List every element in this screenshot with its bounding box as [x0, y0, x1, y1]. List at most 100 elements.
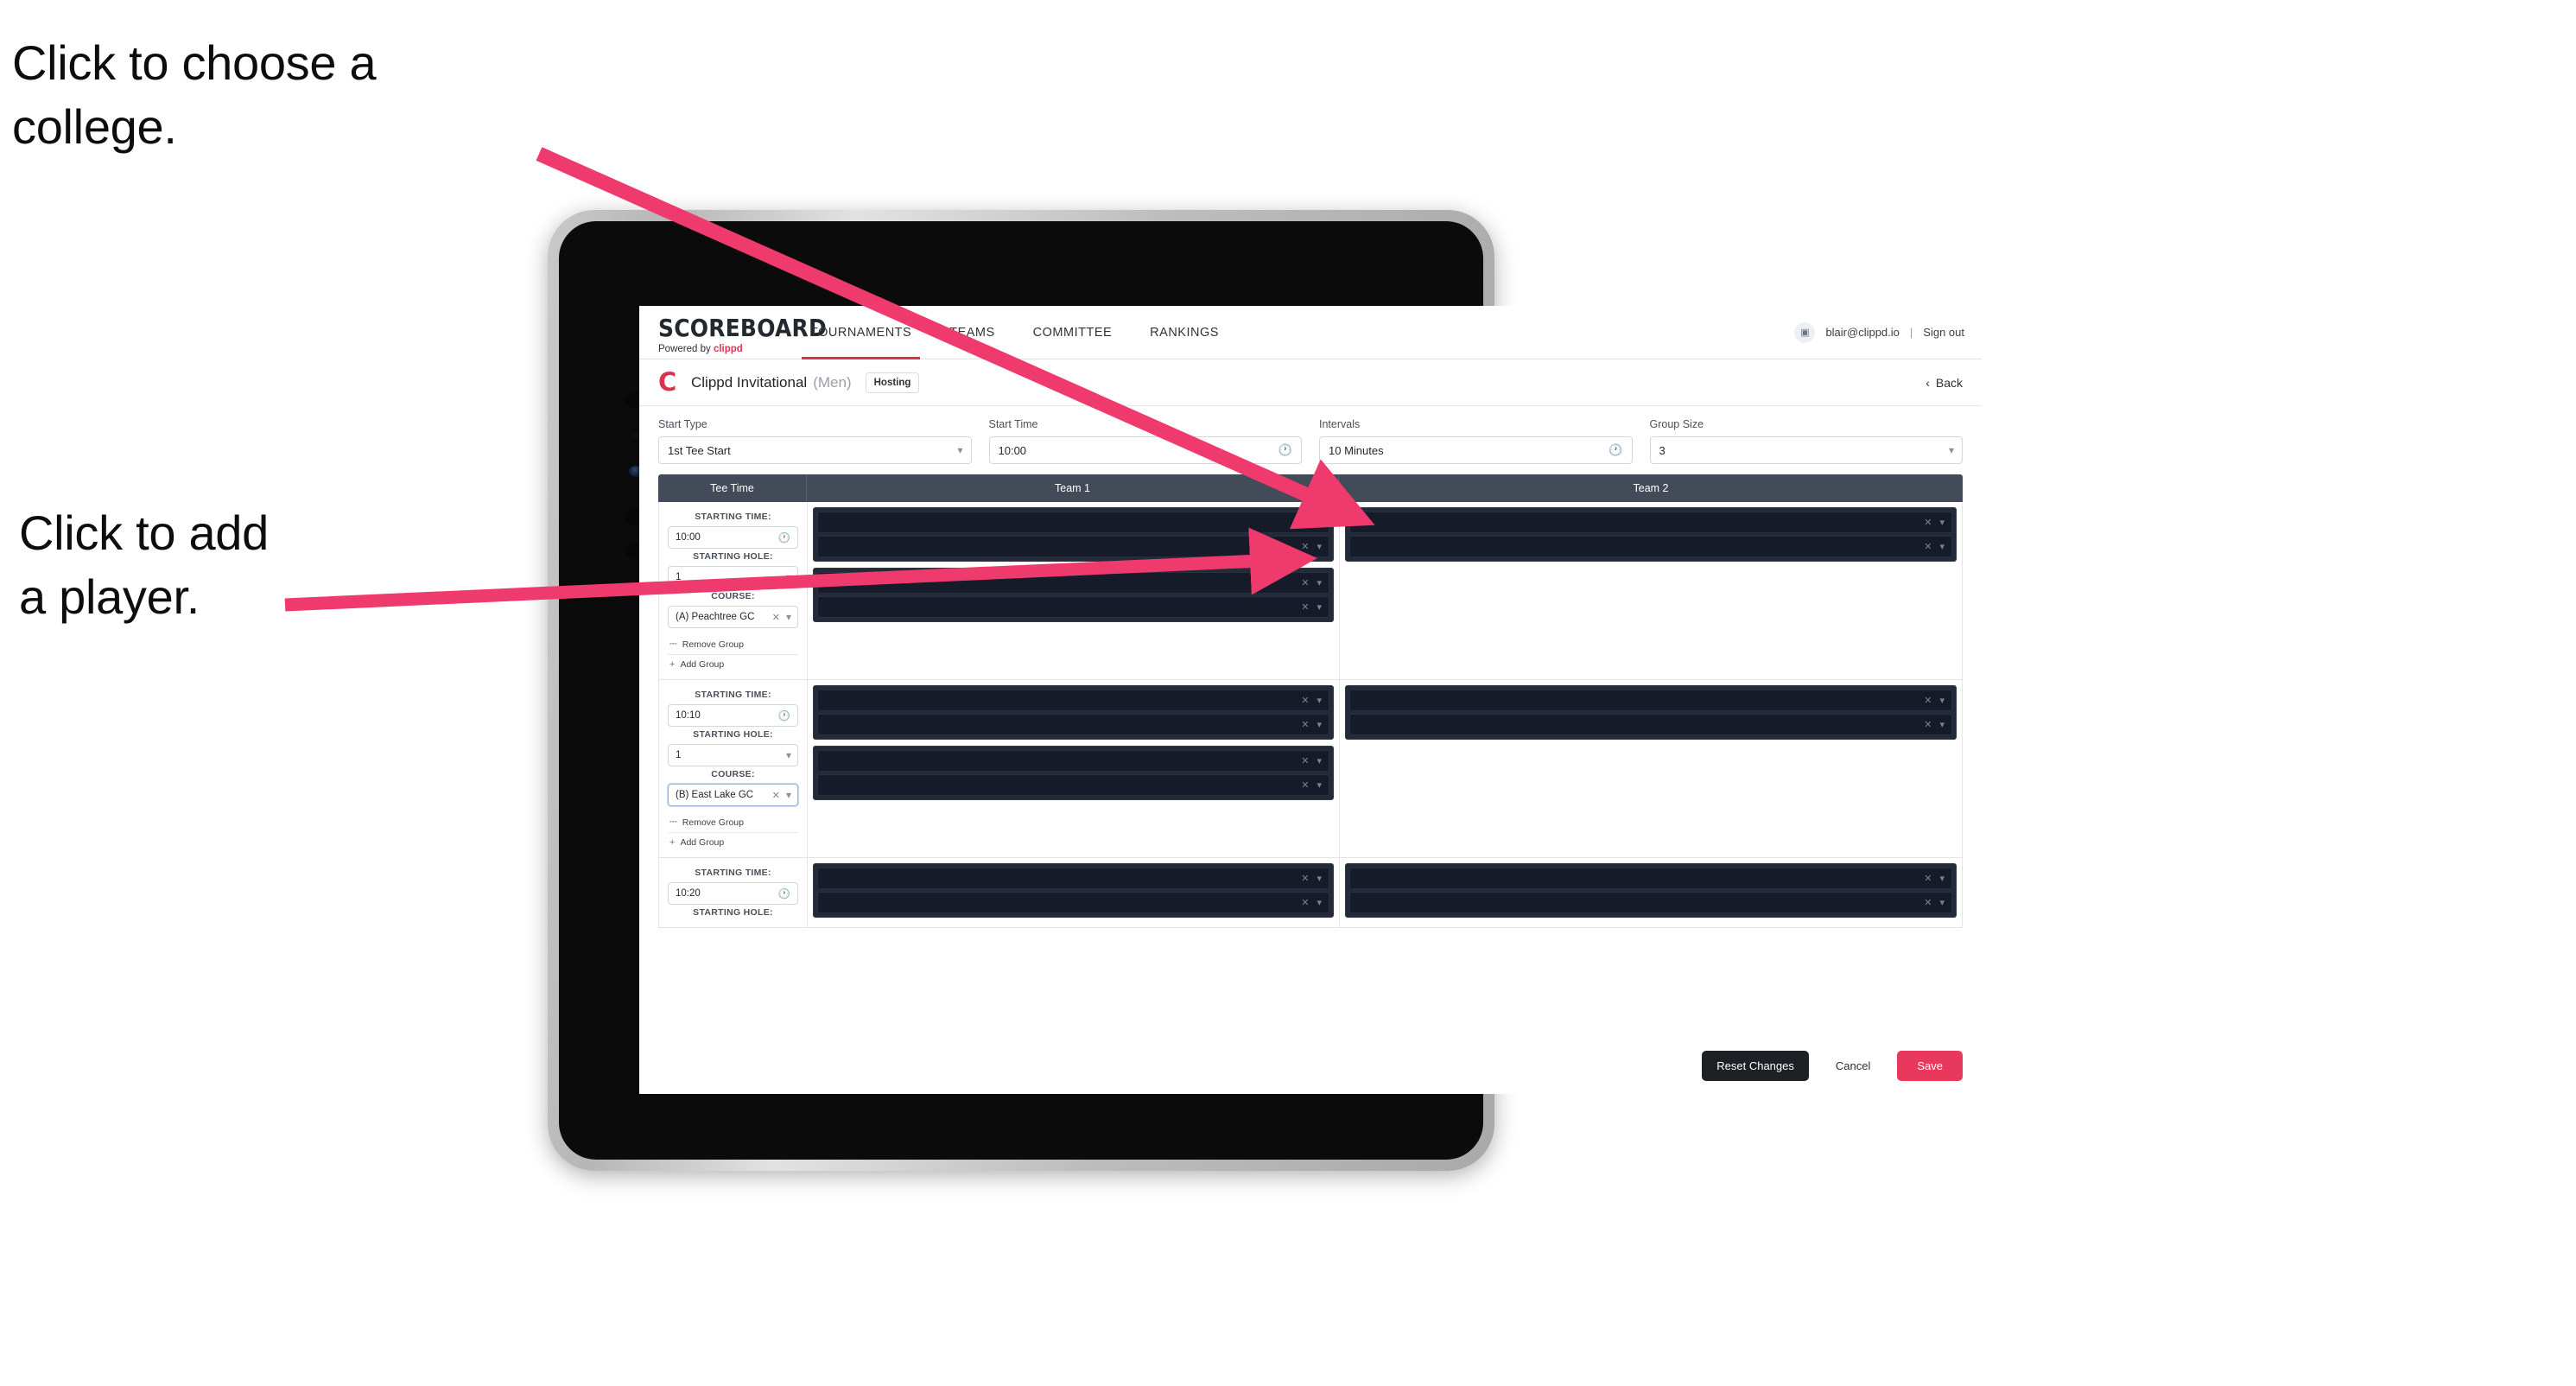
table-row: STARTING TIME: 10:00 🕐 STARTING HOLE: 1 …: [659, 502, 1962, 680]
column-header-tee-time: Tee Time: [658, 474, 807, 502]
clear-icon[interactable]: ✕: [1301, 541, 1309, 552]
brand-subtitle: Powered by clippd: [658, 344, 777, 354]
starting-hole-input[interactable]: 1 ▾: [668, 566, 798, 588]
add-group-button[interactable]: + Add Group: [668, 832, 798, 852]
control-intervals-label: Intervals: [1319, 418, 1361, 430]
annotation-choose-college: Click to choose a college.: [12, 35, 377, 154]
remove-group-button[interactable]: ⎓ Remove Group: [668, 812, 798, 832]
player-row[interactable]: ✕ ▾: [1349, 512, 1952, 533]
nav-item-teams[interactable]: TEAMS: [930, 306, 1013, 359]
player-row[interactable]: ✕ ▾: [817, 774, 1329, 796]
chevron-updown-icon: ▾: [1317, 720, 1321, 730]
player-row[interactable]: ✕ ▾: [817, 714, 1329, 735]
player-group-panel: ✕ ▾ ✕ ▾: [1345, 507, 1957, 562]
clear-icon[interactable]: ✕: [1301, 695, 1309, 706]
column-header-team-2: Team 2: [1633, 482, 1669, 494]
avatar-icon[interactable]: ▣: [1794, 321, 1816, 343]
player-row[interactable]: ✕ ▾: [817, 512, 1329, 533]
annotation-add-player: Click to add a player.: [19, 505, 269, 624]
trash-icon: ⎓: [669, 639, 677, 649]
remove-group-button[interactable]: ⎓ Remove Group: [668, 634, 798, 654]
starting-time-input[interactable]: 10:20 🕐: [668, 882, 798, 905]
intervals-input[interactable]: 10 Minutes 🕐: [1319, 436, 1633, 464]
clear-icon[interactable]: ✕: [1924, 873, 1932, 884]
chevron-left-icon: ‹: [1926, 375, 1930, 390]
clear-icon[interactable]: ✕: [1924, 719, 1932, 730]
application-window: SCOREBOARD Powered by clippd TOURNAMENTS…: [639, 306, 1982, 1094]
clear-icon[interactable]: ✕: [1924, 695, 1932, 706]
starting-time-label: STARTING TIME:: [695, 512, 771, 522]
starting-hole-label: STARTING HOLE:: [693, 551, 773, 562]
clear-icon[interactable]: ✕: [1924, 897, 1932, 908]
account-separator: |: [1909, 326, 1913, 339]
clear-icon[interactable]: ✕: [1301, 577, 1309, 588]
course-select[interactable]: (A) Peachtree GC ✕ ▾: [668, 606, 798, 628]
clear-icon[interactable]: ✕: [1301, 873, 1309, 884]
player-row[interactable]: ✕ ▾: [817, 750, 1329, 772]
hosting-badge: Hosting: [865, 372, 920, 393]
group-actions: ⎓ Remove Group + Add Group: [668, 634, 798, 674]
clear-icon[interactable]: ✕: [1301, 517, 1309, 528]
player-row[interactable]: ✕ ▾: [817, 690, 1329, 711]
nav-item-committee[interactable]: COMMITTEE: [1014, 306, 1132, 359]
player-row[interactable]: ✕ ▾: [817, 868, 1329, 889]
start-time-value: 10:00: [998, 443, 1027, 457]
starting-time-label: STARTING TIME:: [695, 868, 771, 878]
clear-icon[interactable]: ✕: [1301, 897, 1309, 908]
starting-time-value: 10:00: [676, 532, 701, 543]
player-row[interactable]: ✕ ▾: [1349, 714, 1952, 735]
brand-powered-prefix: Powered by: [658, 344, 711, 354]
clear-icon[interactable]: ✕: [1301, 779, 1309, 791]
team-2-cell: ✕ ▾ ✕ ▾: [1340, 680, 1962, 857]
starting-time-input[interactable]: 10:10 🕐: [668, 704, 798, 727]
add-group-button[interactable]: + Add Group: [668, 654, 798, 674]
chevron-updown-icon: ▾: [1939, 874, 1944, 884]
start-time-input[interactable]: 10:00 🕐: [988, 436, 1302, 464]
player-row[interactable]: ✕ ▾: [817, 892, 1329, 913]
reset-changes-button[interactable]: Reset Changes: [1702, 1050, 1809, 1081]
player-row[interactable]: ✕ ▾: [1349, 868, 1952, 889]
back-button[interactable]: ‹ Back: [1926, 376, 1963, 390]
clear-icon[interactable]: ✕: [1301, 719, 1309, 730]
starting-time-input[interactable]: 10:00 🕐: [668, 526, 798, 549]
cancel-button[interactable]: Cancel: [1820, 1050, 1886, 1081]
clear-icon[interactable]: ✕: [772, 790, 780, 801]
table-row: STARTING TIME: 10:10 🕐 STARTING HOLE: 1 …: [659, 680, 1962, 858]
course-select[interactable]: (B) East Lake GC ✕ ▾: [668, 784, 798, 806]
tee-time-cell: STARTING TIME: 10:10 🕐 STARTING HOLE: 1 …: [659, 680, 808, 857]
control-start-type: Start Type 1st Tee Start ▾: [658, 418, 972, 464]
tee-time-cell: STARTING TIME: 10:00 🕐 STARTING HOLE: 1 …: [659, 502, 808, 679]
clear-icon[interactable]: ✕: [772, 612, 780, 623]
clear-icon[interactable]: ✕: [1301, 755, 1309, 766]
player-row[interactable]: ✕ ▾: [1349, 690, 1952, 711]
plus-icon: +: [669, 837, 676, 848]
player-group-panel: ✕ ▾ ✕ ▾: [1345, 685, 1957, 740]
save-button[interactable]: Save: [1897, 1050, 1963, 1081]
starting-hole-input[interactable]: 1 ▾: [668, 744, 798, 766]
player-row[interactable]: ✕ ▾: [817, 536, 1329, 557]
chevron-updown-icon: ▾: [1317, 898, 1321, 908]
course-value: (A) Peachtree GC: [676, 612, 755, 622]
nav-item-tournaments[interactable]: TOURNAMENTS: [791, 306, 930, 359]
start-type-select[interactable]: 1st Tee Start ▾: [658, 436, 972, 464]
player-row[interactable]: ✕ ▾: [817, 596, 1329, 618]
nav-links: TOURNAMENTS TEAMS COMMITTEE RANKINGS: [791, 306, 1238, 359]
clear-icon[interactable]: ✕: [1924, 517, 1932, 528]
clear-icon[interactable]: ✕: [1924, 541, 1932, 552]
remove-group-label: Remove Group: [682, 639, 744, 650]
tee-sheet-table-body: STARTING TIME: 10:00 🕐 STARTING HOLE: 1 …: [658, 502, 1963, 928]
team-1-cell: ✕ ▾ ✕ ▾ ✕ ▾ ✕ ▾: [808, 680, 1340, 857]
chevron-updown-icon: ▾: [1317, 542, 1321, 552]
group-size-select[interactable]: 3 ▾: [1649, 436, 1963, 464]
course-value: (B) East Lake GC: [676, 790, 754, 800]
chevron-updown-icon: ▾: [1939, 898, 1944, 908]
nav-item-rankings[interactable]: RANKINGS: [1131, 306, 1238, 359]
clear-icon[interactable]: ✕: [1301, 601, 1309, 613]
sign-out-link[interactable]: Sign out: [1923, 326, 1964, 339]
player-row[interactable]: ✕ ▾: [1349, 892, 1952, 913]
chevron-updown-icon: ▾: [785, 749, 791, 761]
player-row[interactable]: ✕ ▾: [817, 572, 1329, 594]
starting-time-value: 10:10: [676, 710, 701, 721]
team-1-cell: ✕ ▾ ✕ ▾ ✕ ▾ ✕ ▾: [808, 502, 1340, 679]
player-row[interactable]: ✕ ▾: [1349, 536, 1952, 557]
